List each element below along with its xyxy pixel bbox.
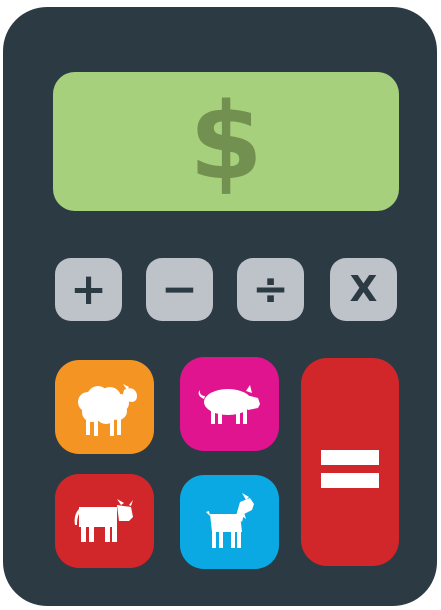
equals-bar-top <box>321 450 379 465</box>
sheep-icon <box>77 384 137 436</box>
divide-button[interactable]: ÷ <box>237 258 304 321</box>
cow-button[interactable] <box>55 474 154 568</box>
dollar-sign: $ <box>189 79 263 203</box>
pig-icon <box>198 385 260 424</box>
equals-bar-bottom <box>321 473 379 488</box>
minus-button[interactable]: − <box>146 258 213 321</box>
goat-button[interactable] <box>180 475 279 569</box>
plus-label: + <box>70 263 107 315</box>
equals-button[interactable] <box>301 358 399 566</box>
divide-label: ÷ <box>252 263 289 315</box>
multiply-button[interactable]: X <box>330 258 397 321</box>
cow-icon <box>74 499 133 542</box>
multiply-label: X <box>349 268 378 310</box>
calculator-display: $ <box>53 72 399 211</box>
goat-icon <box>205 493 254 548</box>
sheep-button[interactable] <box>55 360 154 454</box>
plus-button[interactable]: + <box>55 258 122 321</box>
pig-button[interactable] <box>180 357 279 451</box>
minus-label: − <box>161 263 198 315</box>
